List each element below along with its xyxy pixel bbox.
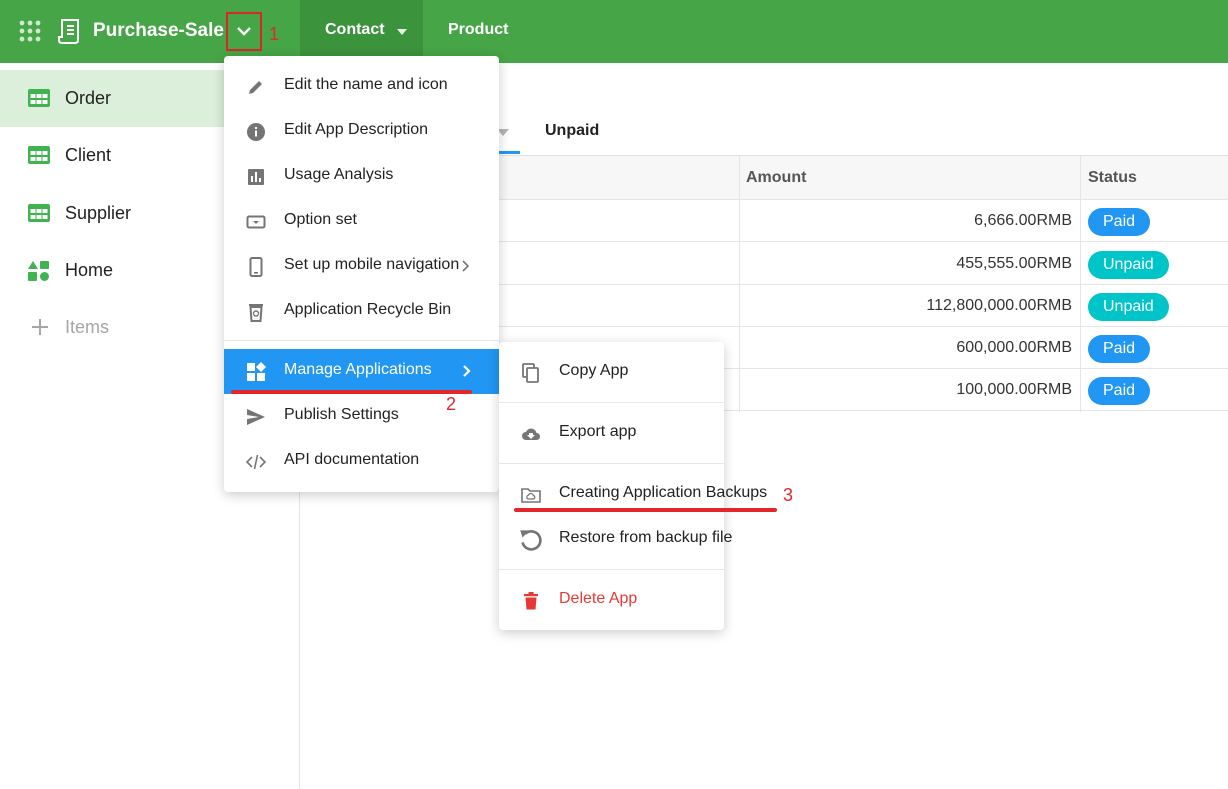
table-icon [28,89,50,107]
plus-icon [32,319,48,335]
app-name[interactable]: Purchase-Sale [93,19,224,43]
status-badge: Paid [1088,208,1151,236]
menu-item-label: Manage Applications [284,361,432,378]
amount-cell: 100,000.00RMB [956,381,1072,398]
annotation-underline [514,508,777,512]
menu-item-label: Export app [559,423,637,440]
menu-item-label: Usage Analysis [284,166,394,183]
menu-item-label: Edit App Description [284,121,429,138]
chevron-down-icon [237,27,251,36]
app-logo-icon [58,19,79,44]
menu-item-mobile-navigation[interactable]: Set up mobile navigation [224,244,499,289]
amount-cell: 6,666.00RMB [974,212,1072,229]
column-divider [1080,156,1081,412]
status-badge: Unpaid [1088,293,1169,321]
annotation-3: 3 [783,485,794,505]
chevron-right-icon [463,365,471,377]
column-divider [739,156,740,412]
sidebar-item-label: Client [65,145,112,165]
sidebar-item-label: Items [65,317,110,337]
column-header-amount[interactable]: Amount [746,169,806,187]
top-bar: Purchase-Sale 1 Contact Product [0,0,1228,63]
sidebar-item-label: Supplier [65,203,132,223]
amount-cell: 455,555.00RMB [956,255,1072,272]
menu-divider [224,340,499,341]
menu-item-label: Copy App [559,362,629,379]
menu-divider [499,402,724,403]
status-badge: Unpaid [1088,251,1169,279]
menu-item-label: API documentation [284,451,420,468]
undo-icon [520,530,542,551]
menu-item-recycle-bin[interactable]: Application Recycle Bin [224,289,499,334]
status-badge: Paid [1088,377,1151,405]
nav-tab-contact-label: Contact [325,21,385,38]
nav-tab-contact[interactable]: Contact [300,0,423,63]
shapes-icon [28,261,49,281]
menu-item-manage-applications[interactable]: Manage Applications [224,349,499,394]
app-menu-toggle[interactable] [226,12,262,51]
cloud-download-icon [522,428,540,440]
menu-item-api-documentation[interactable]: API documentation [224,439,499,484]
copy-icon [522,363,539,383]
submenu-item-copy-app[interactable]: Copy App [499,350,724,395]
table-icon [28,146,50,164]
status-badge: Paid [1088,335,1151,363]
annotation-2: 2 [446,394,457,414]
send-icon [247,409,265,425]
menu-item-label: Option set [284,211,357,228]
menu-item-label: Set up mobile navigation [284,256,460,273]
annotation-underline [231,390,472,394]
menu-item-label: Edit the name and icon [284,76,448,93]
menu-item-publish-settings[interactable]: Publish Settings [224,394,499,439]
folder-cloud-icon [521,488,541,503]
menu-item-label: Publish Settings [284,406,399,423]
sidebar-item-label: Order [65,88,112,108]
menu-item-label: Restore from backup file [559,529,733,546]
menu-divider [499,463,724,464]
menu-item-option-set[interactable]: Option set [224,199,499,244]
nav-tab-product[interactable]: Product [448,21,508,39]
option-set-icon [246,215,266,229]
menu-divider [499,569,724,570]
info-icon [247,123,265,141]
submenu-item-restore-backup[interactable]: Restore from backup file [499,517,732,562]
trash-icon [524,592,538,610]
widgets-icon [247,362,266,381]
chevron-right-icon [462,260,470,272]
menu-item-label: Creating Application Backups [559,484,768,501]
recycle-bin-icon [249,304,263,322]
app-dropdown-menu: Edit the name and icon Edit App Descript… [224,56,499,492]
caret-down-icon [397,29,407,35]
menu-item-label: Delete App [559,590,638,607]
bar-chart-icon [248,169,264,185]
tab-unpaid[interactable]: Unpaid [545,122,599,140]
menu-item-label: Application Recycle Bin [284,301,452,318]
amount-cell: 600,000.00RMB [956,339,1072,356]
annotation-1: 1 [269,24,280,44]
sidebar-item-label: Home [65,260,114,280]
mobile-icon [249,257,263,277]
submenu-item-export-app[interactable]: Export app [499,411,724,456]
column-header-status[interactable]: Status [1088,169,1137,187]
code-icon [246,454,266,470]
manage-applications-submenu: Copy App Export app Creating Application… [499,342,767,630]
menu-item-usage-analysis[interactable]: Usage Analysis [224,154,499,199]
menu-item-edit-name-icon[interactable]: Edit the name and icon [224,64,499,109]
pencil-icon [249,81,262,94]
menu-item-edit-description[interactable]: Edit App Description [224,109,499,154]
apps-grid-icon[interactable] [18,19,42,43]
amount-cell: 112,800,000.00RMB [926,297,1072,314]
table-icon [28,204,50,222]
submenu-item-delete-app[interactable]: Delete App [499,578,724,623]
